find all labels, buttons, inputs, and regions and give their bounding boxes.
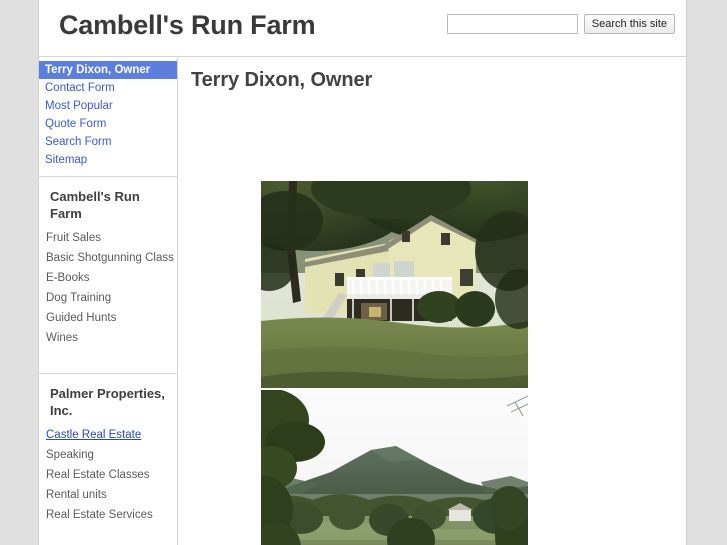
list-item: Guided Hunts bbox=[39, 308, 177, 328]
sidebar-block-title-palmer-properties: Palmer Properties, Inc. bbox=[50, 386, 165, 418]
sidebar-list-palmer-properties: Castle Real Estate Speaking Real Estate … bbox=[39, 425, 177, 525]
list-item: Castle Real Estate bbox=[39, 425, 177, 445]
sidebar-block-spacer bbox=[39, 525, 177, 537]
sidebar-item-e-books[interactable]: E-Books bbox=[39, 268, 177, 288]
search-input[interactable] bbox=[446, 14, 578, 34]
list-item: Rental units bbox=[39, 485, 177, 505]
photo-stack bbox=[261, 181, 528, 545]
sidebar-item-sitemap[interactable]: Sitemap bbox=[39, 151, 177, 169]
list-item: Sitemap bbox=[39, 151, 177, 169]
list-item: Search Form bbox=[39, 133, 177, 151]
yellow-farm-house-photo bbox=[261, 181, 528, 388]
sidebar-item-quote-form[interactable]: Quote Form bbox=[39, 115, 177, 133]
sidebar-item-fruit-sales[interactable]: Fruit Sales bbox=[39, 228, 177, 248]
list-item: Dog Training bbox=[39, 288, 177, 308]
sidebar-item-real-estate-services[interactable]: Real Estate Services bbox=[39, 505, 177, 525]
list-item: Wines bbox=[39, 328, 177, 348]
sidebar-block-title-cambells-run-farm: Cambell's Run Farm bbox=[50, 189, 140, 221]
site-header: Cambell's Run Farm Search this site bbox=[39, 0, 686, 57]
sidebar-block-palmer-properties: Palmer Properties, Inc. Castle Real Esta… bbox=[39, 373, 177, 545]
site-page: Cambell's Run Farm Search this site Terr… bbox=[38, 0, 687, 545]
sidebar-item-most-popular[interactable]: Most Popular bbox=[39, 97, 177, 115]
sidebar-block-cambells-run-farm: Cambell's Run Farm Fruit Sales Basic Sho… bbox=[39, 176, 177, 373]
list-item: E-Books bbox=[39, 268, 177, 288]
page-body: Terry Dixon, Owner Contact Form Most Pop… bbox=[39, 57, 686, 545]
sidebar-item-terry-dixon-owner[interactable]: Terry Dixon, Owner bbox=[39, 61, 177, 79]
sidebar-item-basic-shotgunning-class[interactable]: Basic Shotgunning Class bbox=[39, 248, 177, 268]
sidebar-list-cambells-run-farm: Fruit Sales Basic Shotgunning Class E-Bo… bbox=[39, 228, 177, 348]
sidebar-item-contact-form[interactable]: Contact Form bbox=[39, 79, 177, 97]
sidebar-item-guided-hunts[interactable]: Guided Hunts bbox=[39, 308, 177, 328]
sidebar-item-speaking[interactable]: Speaking bbox=[39, 445, 177, 465]
sidebar-item-dog-training[interactable]: Dog Training bbox=[39, 288, 177, 308]
sidebar-item-rental-units[interactable]: Rental units bbox=[39, 485, 177, 505]
list-item: Terry Dixon, Owner bbox=[39, 61, 177, 79]
sidebar-block-main-nav: Terry Dixon, Owner Contact Form Most Pop… bbox=[39, 57, 177, 176]
sidebar-item-wines[interactable]: Wines bbox=[39, 328, 177, 348]
sidebar-list-main-nav: Terry Dixon, Owner Contact Form Most Pop… bbox=[39, 61, 177, 169]
list-item: Speaking bbox=[39, 445, 177, 465]
sidebar-item-search-form[interactable]: Search Form bbox=[39, 133, 177, 151]
page-title: Terry Dixon, Owner bbox=[191, 69, 373, 91]
list-item: Real Estate Classes bbox=[39, 465, 177, 485]
list-item: Basic Shotgunning Class bbox=[39, 248, 177, 268]
list-item: Real Estate Services bbox=[39, 505, 177, 525]
site-title: Cambell's Run Farm bbox=[59, 10, 316, 40]
list-item: Fruit Sales bbox=[39, 228, 177, 248]
sidebar: Terry Dixon, Owner Contact Form Most Pop… bbox=[39, 57, 178, 545]
list-item: Most Popular bbox=[39, 97, 177, 115]
list-item: Quote Form bbox=[39, 115, 177, 133]
mountain-pond-landscape-photo bbox=[261, 390, 528, 545]
search-this-site-button[interactable]: Search this site bbox=[583, 14, 675, 34]
site-search: Search this site bbox=[446, 14, 675, 34]
list-item: Contact Form bbox=[39, 79, 177, 97]
sidebar-item-castle-real-estate[interactable]: Castle Real Estate bbox=[39, 425, 177, 445]
sidebar-block-spacer bbox=[39, 348, 177, 364]
sidebar-item-real-estate-classes[interactable]: Real Estate Classes bbox=[39, 465, 177, 485]
